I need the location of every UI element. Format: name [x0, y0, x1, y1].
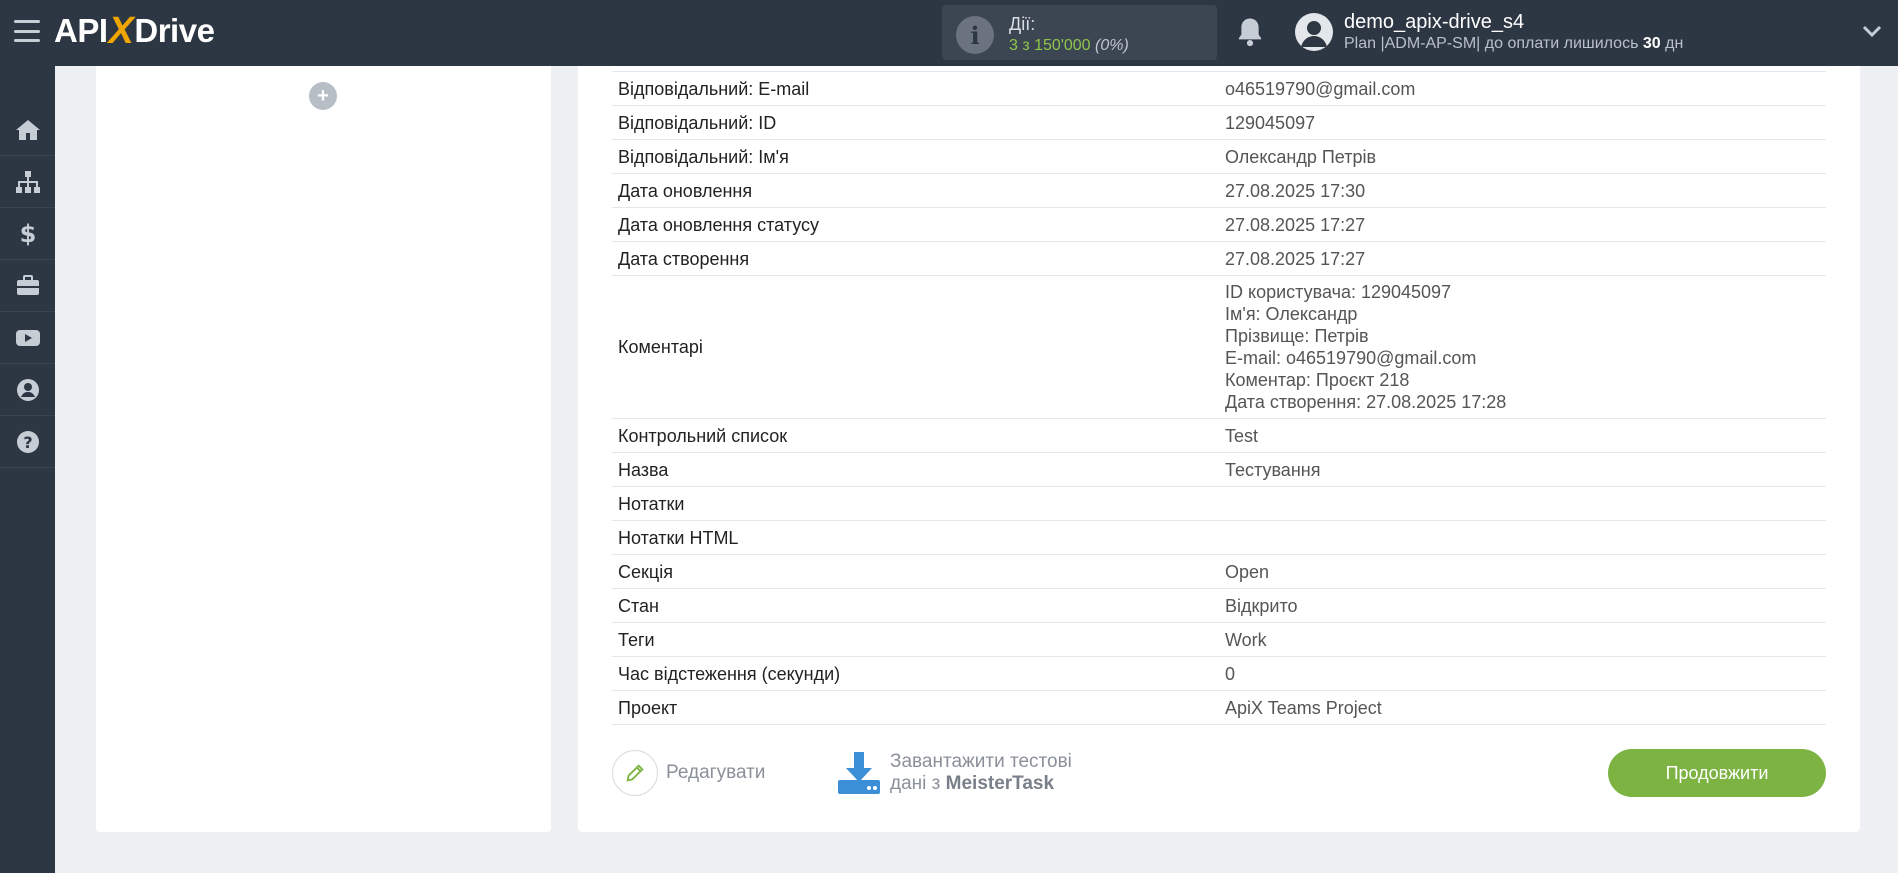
field-value: 129045097 — [1225, 112, 1316, 133]
actions-counter[interactable]: i Дії: 3 з 150'000 (0%) — [942, 5, 1217, 60]
svg-text:$: $ — [19, 220, 36, 248]
comment-line: ID користувача: 129045097 — [1225, 282, 1452, 302]
table-row: Стан Відкрито — [612, 589, 1826, 623]
table-row: Дата створення 27.08.2025 17:27 — [612, 242, 1826, 276]
edit-label: Редагувати — [666, 762, 766, 783]
field-key: Стан — [618, 595, 659, 616]
table-row: Відповідальний: E-mail o46519790@gmail.co… — [612, 71, 1826, 106]
table-row: Теги Work — [612, 623, 1826, 657]
field-key: Нотатки — [618, 493, 685, 514]
field-key: Відповідальний: ID — [618, 112, 777, 133]
home-icon — [15, 119, 40, 140]
field-key: Контрольний список — [618, 425, 788, 446]
sidebar-item-home[interactable] — [0, 104, 55, 156]
field-key: Відповідальний: Ім'я — [618, 146, 789, 167]
field-value: Test — [1225, 425, 1259, 446]
sidebar-item-video[interactable] — [0, 312, 55, 364]
field-value: Олександр Петрів — [1225, 146, 1377, 167]
table-row: Відповідальний: ID 129045097 — [612, 106, 1826, 140]
comment-line: Прізвище: Петрів — [1225, 326, 1369, 346]
field-value: 27.08.2025 17:30 — [1225, 180, 1366, 201]
field-key: Назва — [618, 459, 669, 480]
sidebar-item-connections[interactable] — [0, 156, 55, 208]
field-value: ApiX Teams Project — [1225, 697, 1382, 718]
field-key: Проект — [618, 697, 678, 718]
sidebar-item-billing[interactable]: $ — [0, 208, 55, 260]
user-name[interactable]: demo_apix-drive_s4 — [1344, 11, 1524, 34]
user-plan: Plan |ADM-AP-SM| до оплати лишилось 30 д… — [1344, 35, 1684, 52]
dollar-icon: $ — [19, 220, 36, 248]
actions-label: Дії: — [1009, 14, 1036, 34]
field-value — [1219, 521, 1826, 555]
comment-line: Коментар: Проєкт 218 — [1225, 370, 1410, 390]
field-value: Тестування — [1225, 459, 1321, 480]
field-key: Нотатки HTML — [618, 527, 739, 548]
question-icon: ? — [16, 430, 39, 453]
field-key: Секція — [618, 561, 673, 582]
field-key: Відповідальний: E-mail — [618, 78, 810, 99]
briefcase-icon — [16, 274, 39, 295]
comment-line: Дата створення: 27.08.2025 17:28 — [1225, 392, 1507, 412]
chevron-down-icon[interactable] — [1862, 24, 1882, 38]
table-row: Назва Тестування — [612, 453, 1826, 487]
sidebar-item-help[interactable]: ? — [0, 416, 55, 468]
field-value: Work — [1225, 629, 1267, 650]
field-value: 0 — [1225, 663, 1236, 684]
download-icon — [838, 752, 880, 794]
bell-icon[interactable] — [1235, 16, 1265, 48]
field-value — [1219, 487, 1826, 521]
field-value: Відкрито — [1225, 595, 1298, 616]
table-row: Час відстеження (секунди) 0 — [612, 657, 1826, 691]
table-row: Відповідальний: Ім'я Олександр Петрів — [612, 140, 1826, 174]
table-row: Секція Open — [612, 555, 1826, 589]
svg-text:?: ? — [23, 433, 32, 452]
youtube-icon — [15, 329, 40, 346]
sidebar-item-profile[interactable] — [0, 364, 55, 416]
field-value: 27.08.2025 17:27 — [1225, 248, 1366, 269]
download-test-data-button[interactable]: Завантажити тестові дані з MeisterTask — [836, 750, 1072, 796]
field-key: Час відстеження (секунди) — [618, 663, 841, 684]
table-row: Дата оновлення 27.08.2025 17:30 — [612, 174, 1826, 208]
edit-button[interactable]: Редагувати — [612, 750, 765, 796]
table-row: Контрольний список Test — [612, 419, 1826, 453]
comment-line: Ім'я: Олександр — [1225, 304, 1358, 324]
main-panel: Відповідальний: E-mail o46519790@gmail.co… — [578, 66, 1860, 832]
field-key: Дата оновлення — [618, 180, 753, 201]
menu-icon[interactable] — [14, 20, 40, 42]
field-value: 27.08.2025 17:27 — [1225, 214, 1366, 235]
pencil-icon — [612, 750, 658, 796]
info-icon: i — [956, 16, 994, 54]
table-row: Дата оновлення статусу 27.08.2025 17:27 — [612, 208, 1826, 242]
sitemap-icon — [15, 170, 40, 193]
field-value: ID користувача: 129045097 Ім'я: Олександ… — [1219, 276, 1826, 419]
table-row: Коментарі ID користувача: 129045097 Ім'я… — [612, 276, 1826, 419]
data-table: Відповідальний: E-mail o46519790@gmail.co… — [612, 71, 1826, 725]
field-key: Дата створення — [618, 248, 750, 269]
logo-api: API — [54, 12, 108, 49]
actions-count: 3 з 150'000 (0%) — [1009, 37, 1129, 54]
field-key: Коментарі — [618, 337, 703, 357]
table-row: Нотатки — [612, 487, 1826, 521]
field-value: o46519790@gmail.com — [1225, 78, 1416, 99]
avatar[interactable] — [1295, 13, 1333, 51]
field-key: Дата оновлення статусу — [618, 214, 820, 235]
sidebar-item-services[interactable] — [0, 260, 55, 312]
add-button[interactable]: + — [309, 82, 337, 110]
logo-drive: Drive — [134, 12, 215, 49]
table-row: Нотатки HTML — [612, 521, 1826, 555]
user-circle-icon — [16, 378, 39, 401]
left-panel: + — [96, 66, 551, 832]
sidebar: $ ? — [0, 66, 55, 873]
download-label: Завантажити тестові дані з MeisterTask — [890, 751, 1072, 794]
logo[interactable]: API X Drive — [54, 9, 215, 52]
table-row: Проект ApiX Teams Project — [612, 691, 1826, 725]
continue-button[interactable]: Продовжити — [1608, 749, 1826, 797]
comment-line: E-mail: o46519790@gmail.com — [1225, 348, 1477, 368]
top-bar: API X Drive i Дії: 3 з 150'000 (0%) demo_a… — [0, 0, 1898, 66]
logo-x: X — [108, 9, 134, 52]
field-key: Теги — [618, 629, 655, 650]
field-value: Open — [1225, 561, 1270, 582]
